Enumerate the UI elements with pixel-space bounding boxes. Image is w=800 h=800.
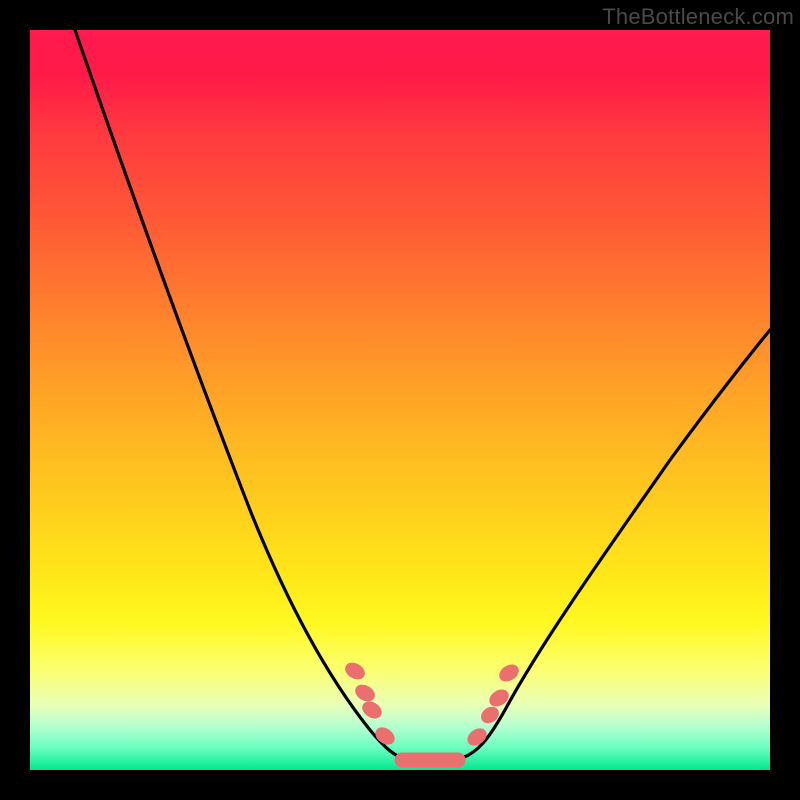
watermark-text: TheBottleneck.com bbox=[602, 4, 794, 30]
bottleneck-curve bbox=[30, 30, 770, 770]
plot-area bbox=[30, 30, 770, 770]
marker-group bbox=[343, 660, 521, 767]
plot-frame bbox=[30, 30, 770, 770]
curve-path bbox=[75, 30, 770, 762]
